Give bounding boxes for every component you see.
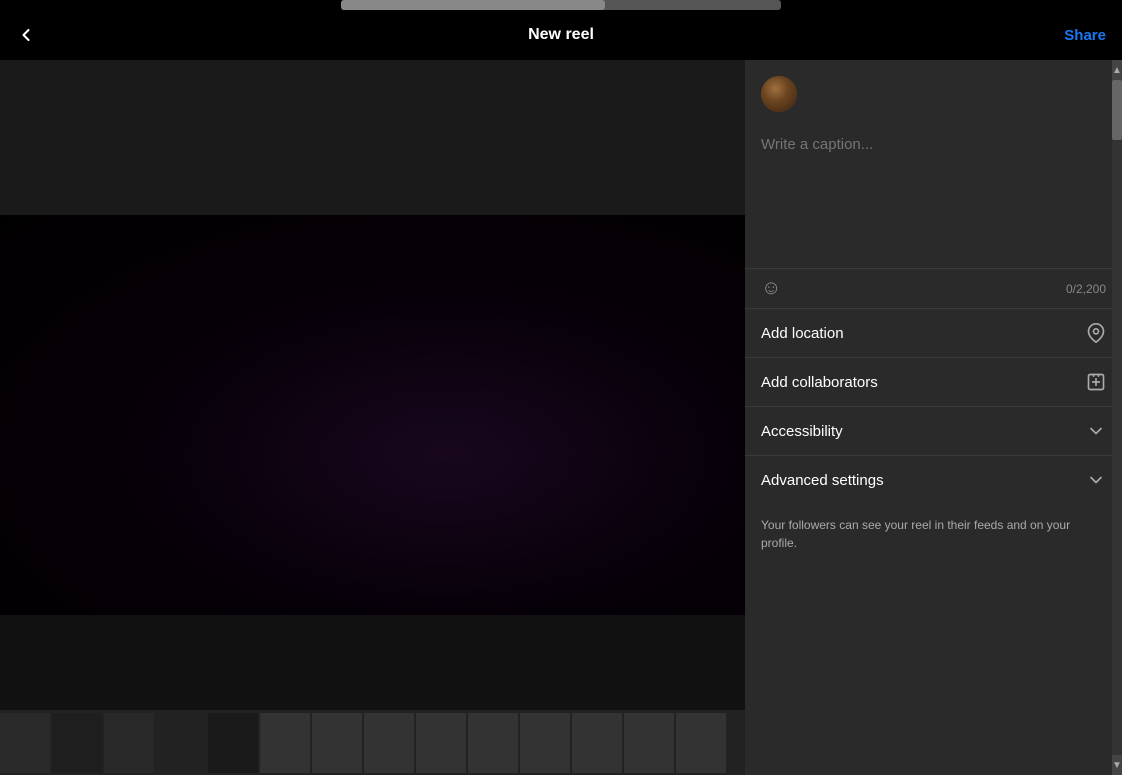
accessibility-chevron-icon: [1086, 421, 1106, 441]
thumbnail-12: [572, 713, 622, 773]
progress-bar-container: [341, 0, 781, 10]
scroll-thumb[interactable]: [1112, 80, 1122, 140]
emoji-button[interactable]: ☺: [761, 277, 781, 300]
page-title: New reel: [528, 26, 594, 44]
add-collaborators-item[interactable]: Add collaborators: [745, 357, 1122, 406]
advanced-settings-item[interactable]: Advanced settings: [745, 455, 1122, 504]
thumbnail-7: [312, 713, 362, 773]
header: New reel Share: [0, 10, 1122, 60]
thumbnail-2: [52, 713, 102, 773]
add-location-label: Add location: [761, 325, 844, 342]
caption-input[interactable]: [761, 136, 1106, 221]
add-location-item[interactable]: Add location: [745, 308, 1122, 357]
video-overlay: [0, 215, 745, 615]
thumbnail-11: [520, 713, 570, 773]
thumbnail-13: [624, 713, 674, 773]
main-content: Tag people ▲ ▼: [0, 60, 1122, 775]
avatar-row: [745, 60, 1122, 128]
progress-bar-fill: [341, 0, 605, 10]
footer-note-text: Your followers can see your reel in thei…: [761, 518, 1070, 550]
thumbnail-10: [468, 713, 518, 773]
thumbnail-3: [104, 713, 154, 773]
back-button[interactable]: [16, 25, 36, 45]
thumbnail-9: [416, 713, 466, 773]
video-main-area: [0, 215, 745, 615]
video-top-area: [0, 60, 745, 215]
thumbnail-8: [364, 713, 414, 773]
add-collaborators-label: Add collaborators: [761, 374, 878, 391]
avatar-image: [761, 76, 797, 112]
location-pin-icon: [1086, 323, 1106, 343]
caption-area: [745, 128, 1122, 268]
scroll-down-button[interactable]: ▼: [1112, 755, 1122, 775]
thumbnail-6: [260, 713, 310, 773]
thumbnail-strip: [0, 710, 745, 775]
advanced-settings-chevron-icon: [1086, 470, 1106, 490]
thumbnail-14: [676, 713, 726, 773]
accessibility-item[interactable]: Accessibility: [745, 406, 1122, 455]
avatar: [761, 76, 797, 112]
accessibility-label: Accessibility: [761, 423, 843, 440]
scroll-track: [1112, 80, 1122, 755]
right-panel[interactable]: ▲ ▼ ☺ 0/2,200 Add location: [745, 60, 1122, 775]
advanced-settings-label: Advanced settings: [761, 472, 884, 489]
scroll-up-button[interactable]: ▲: [1112, 60, 1122, 80]
thumbnail-5: [208, 713, 258, 773]
footer-note: Your followers can see your reel in thei…: [745, 504, 1122, 564]
thumbnail-1: [0, 713, 50, 773]
emoji-row: ☺ 0/2,200: [745, 268, 1122, 308]
share-button[interactable]: Share: [1064, 27, 1106, 44]
char-count: 0/2,200: [1066, 282, 1106, 296]
video-panel: Tag people: [0, 60, 745, 775]
thumbnail-4: [156, 713, 206, 773]
person-add-icon: [1086, 372, 1106, 392]
